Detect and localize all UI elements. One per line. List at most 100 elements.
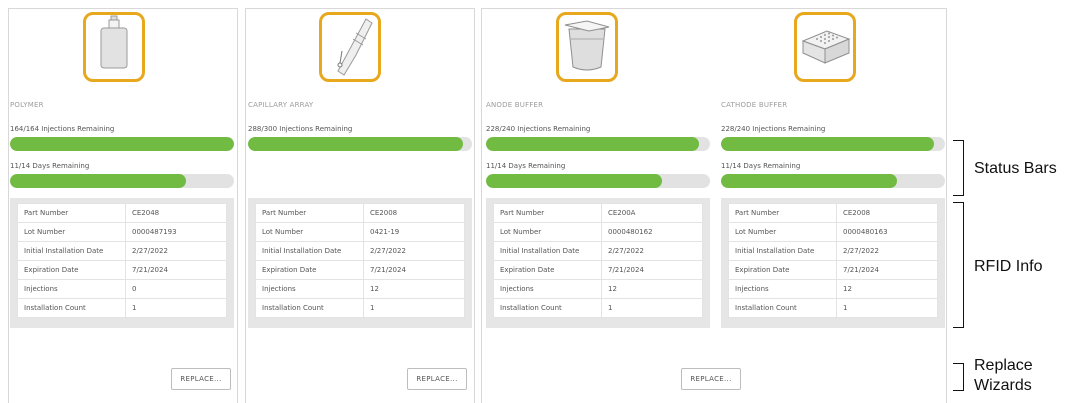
rfid-label: Lot Number [255,222,364,242]
table-row: Initial Installation Date 2/27/2022 [493,241,703,261]
rfid-label: Initial Installation Date [493,241,602,261]
rfid-table: Part Number CE200A Lot Number 0000480162 I… [493,203,703,318]
rfid-info-annotation: RFID Info [974,258,1043,275]
table-row: Initial Installation Date 2/27/2022 [17,241,227,261]
table-row: Part Number CE200A [493,203,703,223]
table-row: Expiration Date 7/21/2024 [255,260,465,280]
rfid-value: 1 [836,298,938,318]
rfid-label: Expiration Date [17,260,126,280]
rfid-label: Lot Number [493,222,602,242]
injections-status-bar [721,137,945,151]
rfid-label: Installation Count [255,298,364,318]
replace-capillary-array-button[interactable]: REPLACE... [407,368,467,390]
rfid-label: Initial Installation Date [255,241,364,261]
consumable-card-cathode-buffer: CATHODE BUFFER 228/240 Injections Remain… [721,0,945,389]
table-row: Part Number CE2048 [17,203,227,223]
table-row: Lot Number 0000480163 [728,222,938,242]
table-row: Injections 12 [255,279,465,299]
rfid-table: Part Number CE2008 Lot Number 0421-19 Init… [255,203,465,318]
rfid-value: 1 [125,298,227,318]
cathode-buffer-reservoir-icon [801,30,851,64]
rfid-info-table: Part Number CE200A Lot Number 0000480162 I… [486,198,710,328]
days-status-bar [10,174,234,188]
injections-status-bar [248,137,472,151]
rfid-value: 2/27/2022 [836,241,938,261]
table-row: Initial Installation Date 2/27/2022 [255,241,465,261]
table-row: Lot Number 0421-19 [255,222,465,242]
rfid-value: 7/21/2024 [601,260,703,280]
rfid-value: 7/21/2024 [836,260,938,280]
capillary-array-icon [337,18,373,76]
table-row: Injections 12 [493,279,703,299]
replace-wizards-annotation-line2: Wizards [974,377,1032,394]
rfid-label: Lot Number [17,222,126,242]
rfid-label: Expiration Date [728,260,837,280]
injections-remaining-label: 228/240 Injections Remaining [721,125,826,133]
injections-status-fill [721,137,934,151]
table-row: Lot Number 0000487193 [17,222,227,242]
polymer-icon-frame [83,12,145,82]
table-row: Initial Installation Date 2/27/2022 [728,241,938,261]
rfid-value: 2/27/2022 [363,241,465,261]
rfid-label: Part Number [493,203,602,223]
rfid-value: 1 [363,298,465,318]
table-row: Installation Count 1 [255,298,465,318]
days-status-bar [721,174,945,188]
rfid-label: Part Number [255,203,364,223]
rfid-label: Expiration Date [493,260,602,280]
rfid-value: CE2048 [125,203,227,223]
injections-remaining-label: 228/240 Injections Remaining [486,125,591,133]
rfid-value: 0000480162 [601,222,703,242]
consumable-name: CATHODE BUFFER [721,101,788,109]
days-remaining-label: 11/14 Days Remaining [10,162,90,170]
rfid-value: 12 [601,279,703,299]
rfid-value: 0000487193 [125,222,227,242]
days-status-bar [486,174,710,188]
table-row: Part Number CE2008 [255,203,465,223]
consumable-name: POLYMER [10,101,44,109]
rfid-label: Injections [728,279,837,299]
table-row: Installation Count 1 [17,298,227,318]
consumable-card-polymer: POLYMER 164/164 Injections Remaining 11/… [10,0,234,390]
injections-remaining-label: 288/300 Injections Remaining [248,125,353,133]
rfid-value: 1 [601,298,703,318]
rfid-value: 2/27/2022 [125,241,227,261]
rfid-label: Initial Installation Date [17,241,126,261]
polymer-pouch-icon [100,15,128,69]
rfid-value: 0421-19 [363,222,465,242]
replace-polymer-button[interactable]: REPLACE... [171,368,231,390]
table-row: Installation Count 1 [493,298,703,318]
rfid-label: Installation Count [17,298,126,318]
rfid-table: Part Number CE2008 Lot Number 0000480163 I… [728,203,938,318]
rfid-label: Part Number [728,203,837,223]
rfid-value: 7/21/2024 [125,260,227,280]
table-row: Installation Count 1 [728,298,938,318]
rfid-label: Initial Installation Date [728,241,837,261]
rfid-value: 12 [363,279,465,299]
table-row: Expiration Date 7/21/2024 [17,260,227,280]
days-status-fill [10,174,187,188]
status-bars-bracket [953,140,964,196]
days-status-fill [721,174,898,188]
rfid-label: Injections [493,279,602,299]
rfid-value: CE2008 [836,203,938,223]
rfid-label: Lot Number [728,222,837,242]
rfid-label: Injections [17,279,126,299]
injections-remaining-label: 164/164 Injections Remaining [10,125,115,133]
days-remaining-label: 11/14 Days Remaining [486,162,566,170]
rfid-info-table: Part Number CE2048 Lot Number 0000487193 I… [10,198,234,328]
days-status-fill [486,174,663,188]
injections-status-fill [248,137,464,151]
rfid-info-table: Part Number CE2008 Lot Number 0421-19 Init… [248,198,472,328]
table-row: Injections 12 [728,279,938,299]
rfid-value: 7/21/2024 [363,260,465,280]
anode-buffer-container-icon [564,20,610,71]
capillary-array-icon-frame [319,12,381,82]
consumable-name: CAPILLARY ARRAY [248,101,314,109]
rfid-label: Installation Count [728,298,837,318]
consumable-card-anode-buffer: ANODE BUFFER 228/240 Injections Remainin… [486,0,710,389]
replace-buffers-button[interactable]: REPLACE... [681,368,741,390]
status-bars-annotation: Status Bars [974,160,1057,177]
rfid-label: Part Number [17,203,126,223]
injections-status-bar [10,137,234,151]
